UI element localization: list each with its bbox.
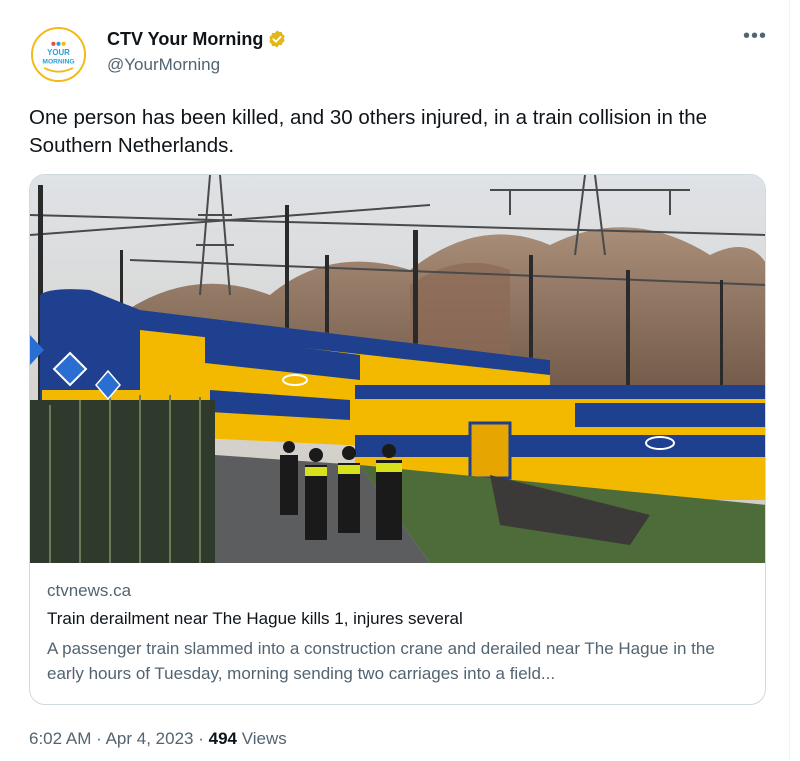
tweet-text: One person has been killed, and 30 other… [29,106,708,157]
tweet-meta: 6:02 AM · Apr 4, 2023 · 494 Views [29,728,287,750]
more-horizontal-icon[interactable]: ••• [740,26,770,50]
card-description: A passenger train slammed into a constru… [47,639,715,683]
link-card[interactable]: ctvnews.ca Train derailment near The Hag… [29,174,766,705]
author-name-text[interactable]: CTV Your Morning [107,29,263,49]
tweet-date[interactable]: Apr 4, 2023 [106,729,194,748]
author-handle[interactable]: @YourMorning [107,54,220,76]
author-name[interactable]: CTV Your Morning [107,27,287,51]
author-avatar[interactable]: YOUR MORNING [31,27,86,82]
your-morning-logo-icon: YOUR MORNING [33,29,84,80]
card-domain: ctvnews.ca [47,581,132,600]
tweet-time[interactable]: 6:02 AM [29,729,91,748]
avatar-text-top: YOUR [47,48,70,57]
verified-badge-icon [269,30,285,48]
views-label: Views [241,729,287,748]
train-collision-photo [30,175,765,563]
avatar-text-bottom: MORNING [42,58,74,65]
meta-separator: · [198,729,204,748]
tweet-container: YOUR MORNING CTV Your Morning @YourMorni… [0,0,790,761]
card-title: Train derailment near The Hague kills 1,… [47,609,463,628]
meta-separator: · [96,729,102,748]
card-image[interactable] [30,175,765,563]
views-count[interactable]: 494 [209,729,237,748]
